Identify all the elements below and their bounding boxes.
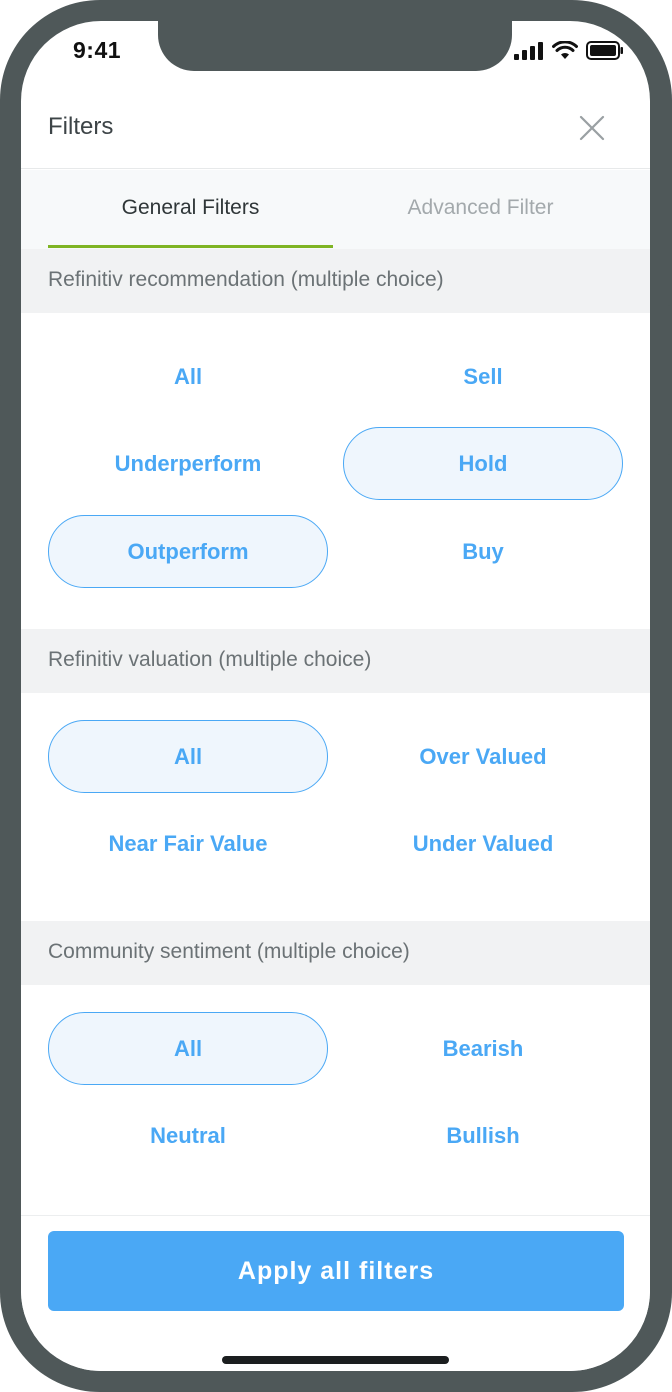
home-indicator xyxy=(222,1356,449,1364)
wifi-icon xyxy=(552,41,578,59)
power-button xyxy=(666,305,672,455)
section-header-valuation: Refinitiv valuation (multiple choice) xyxy=(21,629,650,693)
phone-screen: 9:41 Filters General Filters Advanced Fi… xyxy=(21,21,650,1371)
recommendation-option-buy[interactable]: Buy xyxy=(343,515,623,588)
sentiment-option-all[interactable]: All xyxy=(48,1012,328,1085)
recommendation-option-outperform[interactable]: Outperform xyxy=(48,515,328,588)
filter-tabs: General Filters Advanced Filter xyxy=(21,170,650,250)
section-title: Refinitiv recommendation (multiple choic… xyxy=(48,268,444,291)
status-icons xyxy=(514,41,624,60)
valuation-option-near-fair-value[interactable]: Near Fair Value xyxy=(48,807,328,880)
close-icon xyxy=(579,115,605,141)
valuation-option-over-valued[interactable]: Over Valued xyxy=(343,720,623,793)
volume-down-button xyxy=(0,385,4,475)
section-title: Community sentiment (multiple choice) xyxy=(48,940,410,963)
cellular-signal-icon xyxy=(514,41,543,60)
section-header-recommendation: Refinitiv recommendation (multiple choic… xyxy=(21,249,650,313)
section-header-sentiment: Community sentiment (multiple choice) xyxy=(21,921,650,985)
recommendation-option-all[interactable]: All xyxy=(48,340,328,413)
section-title: Refinitiv valuation (multiple choice) xyxy=(48,648,372,671)
active-tab-indicator xyxy=(48,245,333,248)
recommendation-option-underperform[interactable]: Underperform xyxy=(48,427,328,500)
close-button[interactable] xyxy=(577,113,607,143)
tab-general-filters[interactable]: General Filters xyxy=(48,196,333,220)
sentiment-option-bullish[interactable]: Bullish xyxy=(343,1099,623,1172)
mute-switch xyxy=(0,170,4,225)
recommendation-option-hold[interactable]: Hold xyxy=(343,427,623,500)
valuation-option-under-valued[interactable]: Under Valued xyxy=(343,807,623,880)
valuation-option-all[interactable]: All xyxy=(48,720,328,793)
apply-filters-button[interactable]: Apply all filters xyxy=(48,1231,624,1311)
status-time: 9:41 xyxy=(73,37,122,63)
battery-icon xyxy=(586,41,623,60)
notch xyxy=(158,21,512,71)
filters-header: Filters xyxy=(21,99,650,169)
page-title: Filters xyxy=(48,113,114,140)
sentiment-option-bearish[interactable]: Bearish xyxy=(343,1012,623,1085)
volume-up-button xyxy=(0,265,4,355)
tab-advanced-filter[interactable]: Advanced Filter xyxy=(338,196,623,220)
sentiment-option-neutral[interactable]: Neutral xyxy=(48,1099,328,1172)
footer: Apply all filters xyxy=(21,1215,650,1371)
recommendation-option-sell[interactable]: Sell xyxy=(343,340,623,413)
